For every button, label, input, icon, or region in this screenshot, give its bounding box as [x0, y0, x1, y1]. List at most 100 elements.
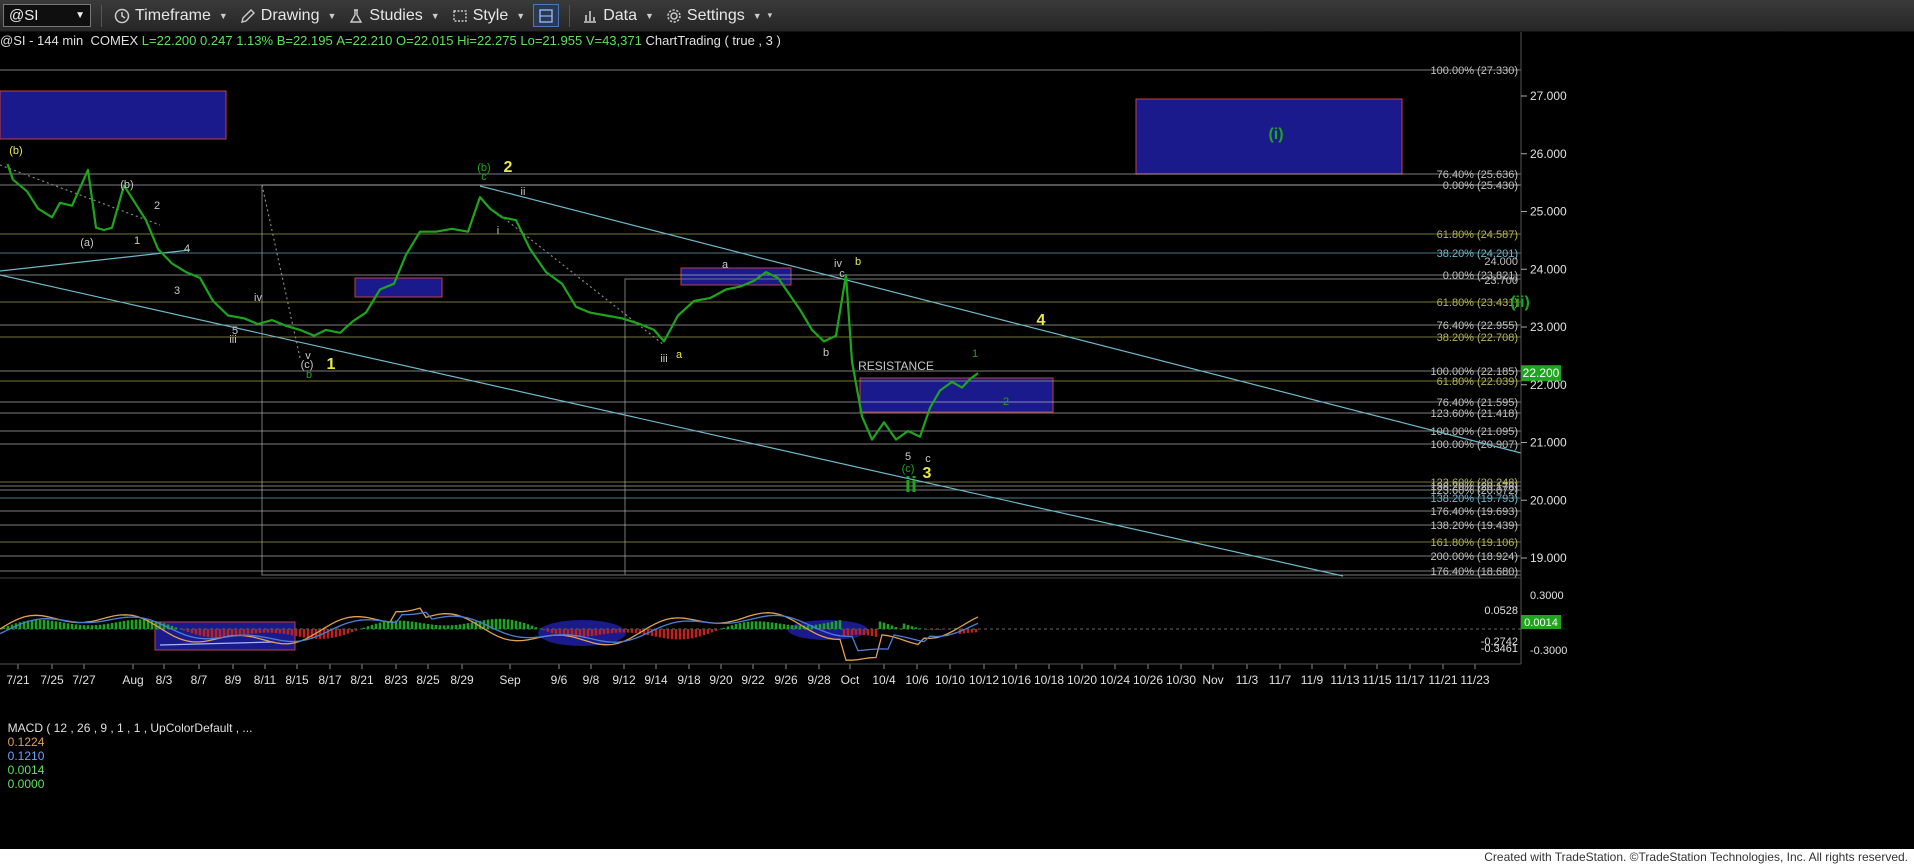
status-open: O=22.015 [396, 32, 454, 48]
fib-label: 100.00% (21.095) [1431, 426, 1518, 438]
x-tick-label: 10/24 [1100, 673, 1130, 687]
fib-label: 61.80% (22.039) [1437, 376, 1518, 388]
y-tick-label: 24.000 [1530, 262, 1567, 276]
x-tick-label: 9/22 [741, 673, 765, 687]
macd-tick-label: 0.3000 [1530, 590, 1564, 602]
fib-label: 138.20% (19.439) [1431, 520, 1518, 532]
x-tick-label: 10/20 [1067, 673, 1097, 687]
x-tick-label: 9/6 [551, 673, 568, 687]
wave-label: b [855, 256, 861, 268]
style-menu[interactable]: Style ▼ [452, 6, 525, 25]
drawing-label: Drawing [260, 6, 320, 24]
wave-label: i [497, 225, 499, 237]
symbol-status-line: @SI - 144 min COMEX L=22.200 0.247 1.13%… [0, 31, 781, 49]
wave-label: (b) [9, 145, 22, 157]
y-tick-label: 27.000 [1530, 89, 1567, 103]
gear-icon [667, 8, 681, 23]
toolbar: @SI ▼ Timeframe ▼ Drawing ▼ Studies ▼ St… [0, 0, 1914, 32]
overflow-icon[interactable]: ▾ [768, 10, 773, 21]
wave-label: 3 [174, 285, 180, 297]
bar-chart-icon [584, 10, 597, 23]
macd-value-1: 0.1224 [7, 735, 45, 749]
x-tick-label: 8/21 [350, 673, 374, 687]
status-change: 0.247 [200, 32, 233, 48]
price-chart[interactable]: 100.00% (27.330)76.40% (25.636)0.00% (25… [0, 0, 1914, 849]
x-tick-label: 8/23 [384, 673, 408, 687]
macd-title: MACD ( 12 , 26 , 9 , 1 , 1 , UpColorDefa… [7, 721, 256, 735]
x-tick-label: 11/21 [1428, 673, 1457, 687]
settings-label: Settings [686, 6, 745, 24]
chevron-down-icon: ▼ [75, 10, 85, 21]
x-tick-label: 7/25 [40, 673, 64, 687]
chevron-down-icon: ▼ [218, 10, 228, 21]
y-tick-label: 25.000 [1530, 205, 1567, 219]
fib-label: 200.00% (18.924) [1431, 551, 1518, 563]
wave-label: ii [905, 472, 917, 497]
toolbar-divider [101, 4, 102, 27]
wave-label: 2 [504, 159, 513, 176]
wave-label: RESISTANCE [858, 359, 934, 373]
timeframe-label: Timeframe [135, 6, 211, 24]
status-ask: A=22.210 [336, 32, 393, 48]
chevron-down-icon: ▼ [752, 10, 762, 21]
toolbar-divider [569, 4, 571, 27]
panel-icon [539, 8, 553, 23]
wave-label: (i) [1268, 126, 1283, 143]
x-tick-label: 10/18 [1034, 673, 1064, 687]
chevron-down-icon: ▼ [430, 10, 440, 21]
x-tick-label: 8/3 [156, 673, 173, 687]
fib-label: 61.80% (24.587) [1437, 229, 1518, 241]
x-tick-label: 11/7 [1269, 673, 1292, 687]
wave-label: 1 [972, 348, 978, 360]
style-icon [452, 9, 467, 22]
macd-value-2: 0.1210 [7, 749, 45, 763]
wave-label: 4 [184, 243, 190, 255]
fib-label: 138.20% (19.793) [1431, 493, 1518, 505]
settings-menu[interactable]: Settings ▼ ▾ [666, 7, 772, 25]
x-tick-label: 9/28 [807, 673, 831, 687]
fib-label: 161.80% (19.106) [1431, 537, 1518, 549]
style-label: Style [472, 6, 509, 24]
symbol-selector[interactable]: @SI ▼ [3, 4, 91, 27]
wave-label: a [676, 349, 683, 361]
wave-label: 2 [154, 200, 160, 212]
timeframe-menu[interactable]: Timeframe ▼ [114, 7, 228, 25]
x-tick-label: 9/20 [709, 673, 733, 687]
level-label: 24.000 [1484, 256, 1518, 268]
studies-menu[interactable]: Studies ▼ [348, 6, 440, 25]
x-tick-label: 8/7 [191, 673, 208, 687]
wave-label: c [839, 268, 845, 280]
fib-label: 38.20% (22.708) [1437, 332, 1518, 344]
wave-label: (ii) [1510, 294, 1530, 311]
flask-icon [350, 8, 363, 23]
data-menu[interactable]: Data ▼ [582, 7, 654, 25]
wave-label: (b) [120, 179, 133, 191]
wave-label: ii [521, 186, 526, 198]
studies-label: Studies [369, 6, 423, 24]
x-tick-label: 7/27 [72, 673, 96, 687]
x-tick-label: 8/11 [254, 673, 277, 687]
fib-label: 176.40% (19.693) [1431, 506, 1518, 518]
y-tick-label: 23.000 [1530, 320, 1567, 334]
level-label: 23.700 [1484, 275, 1518, 287]
x-tick-label: 10/12 [969, 673, 999, 687]
macd-label: MACD ( 12 , 26 , 9 , 1 , 1 , UpColorDefa… [1, 707, 256, 791]
status-bid: B=22.195 [276, 32, 333, 48]
fib-label: 100.00% (27.330) [1431, 65, 1518, 77]
macd-current-label: 0.0014 [1524, 617, 1558, 629]
fib-label: 76.40% (22.955) [1437, 320, 1518, 332]
panel-toggle-button[interactable] [533, 4, 560, 27]
chevron-down-icon: ▼ [644, 10, 654, 21]
x-tick-label: 9/12 [612, 673, 636, 687]
wave-label: 3 [923, 465, 932, 482]
y-tick-label: 19.000 [1530, 551, 1567, 565]
drawing-menu[interactable]: Drawing ▼ [240, 6, 336, 25]
wave-label: 4 [1037, 312, 1046, 329]
wave-label: a [722, 259, 729, 271]
data-label: Data [603, 6, 637, 24]
x-tick-label: 9/14 [644, 673, 668, 687]
wave-label: iii [660, 353, 667, 365]
x-tick-label: 8/17 [318, 673, 342, 687]
x-tick-label: 11/13 [1330, 673, 1359, 687]
copyright-footer: Created with TradeStation. ©TradeStation… [0, 849, 1914, 865]
